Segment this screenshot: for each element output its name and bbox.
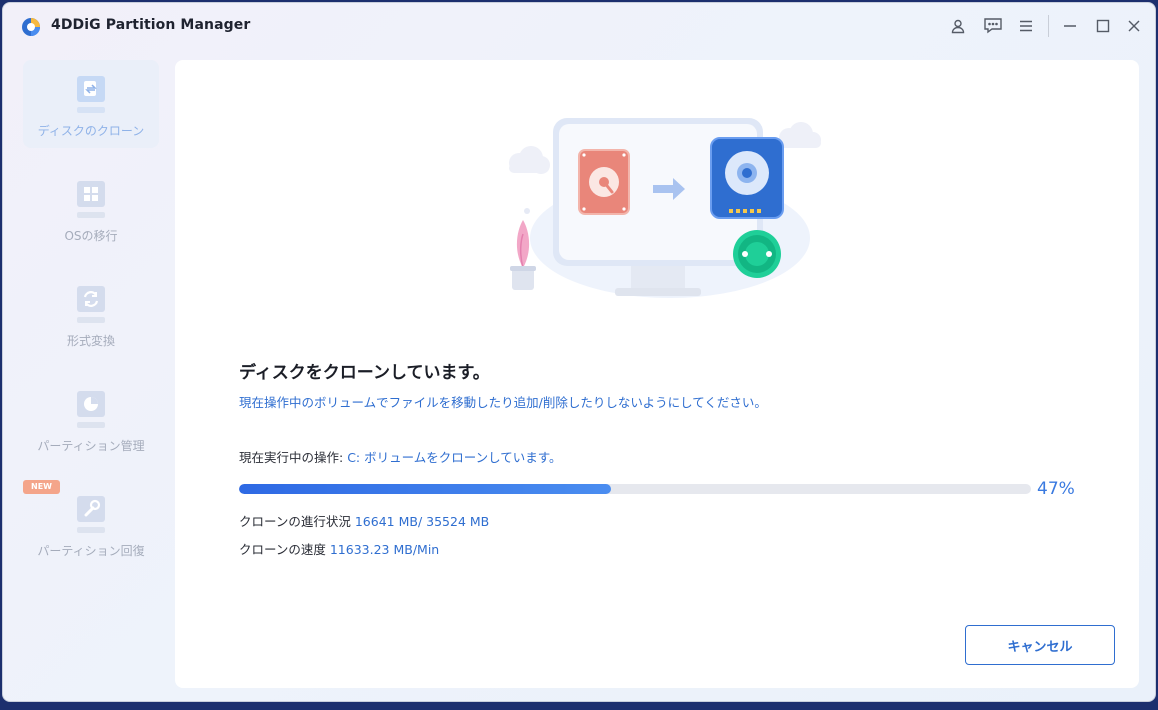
cancel-button[interactable]: キャンセル xyxy=(965,625,1115,665)
warning-text: 現在操作中のボリュームでファイルを移動したり追加/削除したりしないようにしてくだ… xyxy=(239,395,767,410)
sidebar-item-label: パーティション回復 xyxy=(37,544,145,558)
progress-fill xyxy=(239,484,612,494)
progress-percent: 47% xyxy=(1037,479,1075,499)
current-operation: 現在実行中の操作: C: ボリュームをクローンしています。 xyxy=(239,447,561,466)
sidebar-item-label: パーティション管理 xyxy=(37,439,145,453)
sidebar-item-disk-clone[interactable]: ディスクのクローン xyxy=(23,60,159,148)
maximize-icon[interactable] xyxy=(1092,15,1114,37)
os-migrate-icon xyxy=(77,181,105,218)
clone-progress-label: クローンの進行状況 xyxy=(239,514,355,529)
clone-progress: クローンの進行状況 16641 MB/ 35524 MB xyxy=(239,511,489,530)
user-icon[interactable] xyxy=(947,15,969,37)
sidebar-item-label: OSの移行 xyxy=(64,229,118,243)
progress-bar xyxy=(239,484,1031,494)
partition-recovery-icon xyxy=(77,496,105,533)
sidebar-item-partition-manage[interactable]: パーティション管理 xyxy=(23,375,159,463)
close-icon[interactable] xyxy=(1123,15,1145,37)
clone-speed: クローンの速度 11633.23 MB/Min xyxy=(239,539,439,558)
format-convert-icon xyxy=(77,286,105,323)
minimize-icon[interactable] xyxy=(1059,15,1081,37)
partition-manage-icon xyxy=(77,391,105,428)
main-panel: ディスクをクローンしています。 現在操作中のボリュームでファイルを移動したり追加… xyxy=(175,60,1139,688)
app-logo-icon xyxy=(22,18,40,36)
clone-progress-value: 16641 MB/ 35524 MB xyxy=(354,514,490,529)
clone-speed-value: 11633.23 MB/Min xyxy=(329,542,440,557)
current-op-value: C: ボリュームをクローンしています。 xyxy=(347,450,562,465)
app-title: 4DDiG Partition Manager xyxy=(51,17,251,33)
page-heading: ディスクをクローンしています。 xyxy=(239,363,490,383)
feedback-icon[interactable] xyxy=(982,15,1004,37)
disk-clone-icon xyxy=(77,76,105,113)
sidebar-item-format-convert[interactable]: 形式変換 xyxy=(23,270,159,358)
new-badge: NEW xyxy=(23,480,60,494)
current-op-label: 現在実行中の操作: xyxy=(239,450,348,465)
app-window: 4DDiG Partition Manager ディスクのクローン OSの移行 … xyxy=(2,2,1156,702)
sidebar-item-partition-recovery[interactable]: NEW パーティション回復 xyxy=(23,480,159,568)
title-bar: 4DDiG Partition Manager xyxy=(3,3,1155,49)
disk-clone-illustration xyxy=(509,118,821,298)
sidebar-item-label: ディスクのクローン xyxy=(37,124,145,138)
menu-icon[interactable] xyxy=(1015,15,1037,37)
sidebar-item-label: 形式変換 xyxy=(66,334,115,348)
clone-speed-label: クローンの速度 xyxy=(239,542,330,557)
titlebar-divider xyxy=(1048,15,1049,37)
sidebar-item-os-migrate[interactable]: OSの移行 xyxy=(23,165,159,253)
